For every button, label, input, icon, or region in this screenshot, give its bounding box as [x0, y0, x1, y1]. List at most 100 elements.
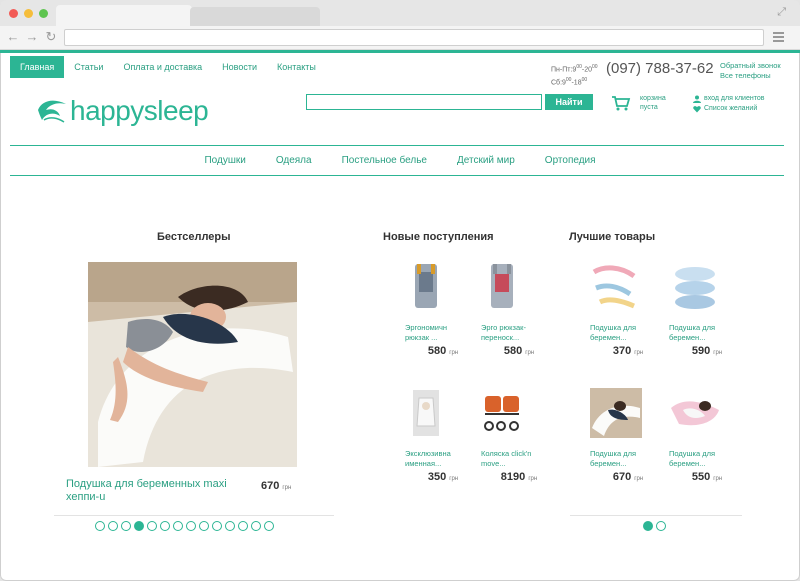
browser-menu-icon[interactable]: [773, 32, 784, 44]
category-orthopedics[interactable]: Ортопедия: [530, 147, 611, 175]
bestsellers-pager: [95, 521, 274, 531]
phone-number: (097) 788-37-62: [606, 60, 714, 77]
maximize-window-button[interactable]: [39, 9, 48, 18]
fullscreen-icon[interactable]: ⤢: [777, 6, 786, 19]
bestsellers-title: Бестселлеры: [157, 231, 231, 243]
category-navigation: Подушки Одеяла Постельное белье Детский …: [0, 147, 800, 175]
product-name[interactable]: Подушка для беремен...: [669, 323, 733, 343]
browser-toolbar: ← → ↻: [0, 26, 800, 50]
product-card[interactable]: Эксклюзивна именная... 350 грн: [405, 388, 469, 483]
cart-icon[interactable]: [611, 95, 631, 111]
pager-dot[interactable]: [199, 521, 209, 531]
pager-dot[interactable]: [186, 521, 196, 531]
product-name[interactable]: Подушка для беремен...: [590, 449, 654, 469]
nav-link-payment-delivery[interactable]: Оплата и доставка: [113, 56, 212, 78]
pager-dot[interactable]: [643, 521, 653, 531]
divider: [54, 515, 334, 516]
product-image: [592, 265, 636, 309]
pager-dot[interactable]: [225, 521, 235, 531]
product-name[interactable]: Эргономичн рюкзак ...: [405, 323, 469, 343]
product-name[interactable]: Коляска click'n move...: [481, 449, 545, 469]
product-card[interactable]: Подушка для беремен... 670 грн: [590, 388, 654, 483]
divider: [10, 175, 784, 176]
callback-link[interactable]: Обратный звонок: [720, 61, 781, 71]
pager-dot[interactable]: [134, 521, 144, 531]
product-name[interactable]: Эксклюзивна именная...: [405, 449, 469, 469]
product-card[interactable]: Эргономичн рюкзак ... 580 грн: [405, 262, 469, 357]
best-products-pager: [643, 521, 666, 531]
address-bar[interactable]: [64, 29, 764, 46]
close-window-button[interactable]: [9, 9, 18, 18]
product-image: [675, 267, 715, 309]
site-logo[interactable]: happysleep: [36, 92, 209, 126]
account-links: вход для клиентов Список желаний: [693, 94, 764, 114]
user-icon: [693, 95, 701, 103]
pager-dot[interactable]: [264, 521, 274, 531]
login-link[interactable]: вход для клиентов: [693, 94, 764, 104]
all-phones-link[interactable]: Все телефоны: [720, 71, 781, 81]
nav-link-home[interactable]: Главная: [10, 56, 65, 78]
nav-link-news[interactable]: Новости: [212, 56, 267, 78]
product-image: [413, 390, 439, 436]
product-image: [671, 401, 719, 426]
product-price: 350 грн: [427, 471, 459, 483]
browser-window: ⤢ ← → ↻ Главная Статьи Оплата и доставка…: [0, 0, 800, 581]
product-name[interactable]: Подушка для беремен...: [590, 323, 654, 343]
pager-dot[interactable]: [173, 521, 183, 531]
heart-icon: [693, 106, 701, 113]
search-button[interactable]: Найти: [545, 94, 593, 110]
product-card[interactable]: Подушка для беремен... 370 грн: [590, 262, 654, 357]
pager-dot[interactable]: [656, 521, 666, 531]
back-arrow-icon[interactable]: ←: [6, 30, 20, 44]
product-card[interactable]: Эрго рюкзак-переноск... 580 грн: [481, 262, 545, 357]
pager-dot[interactable]: [238, 521, 248, 531]
category-blankets[interactable]: Одеяла: [261, 147, 327, 175]
product-price: 370 грн: [612, 345, 644, 357]
browser-tab-active[interactable]: [56, 5, 192, 26]
forward-arrow-icon[interactable]: →: [25, 30, 39, 44]
category-bedding[interactable]: Постельное белье: [327, 147, 442, 175]
callback-links: Обратный звонок Все телефоны: [720, 61, 781, 81]
best-products-title: Лучшие товары: [569, 231, 656, 243]
browser-titlebar: ⤢: [0, 0, 800, 26]
bestseller-product-image[interactable]: [88, 262, 297, 467]
pager-dot[interactable]: [251, 521, 261, 531]
working-hours: Пн-Пт:900-2000 Сб:900-1800: [551, 64, 598, 87]
product-card[interactable]: Коляска click'n move... 8190 грн: [481, 388, 545, 483]
header-accent-line: [0, 50, 800, 53]
product-price: 670 грн: [612, 471, 644, 483]
pager-dot[interactable]: [160, 521, 170, 531]
nav-link-contacts[interactable]: Контакты: [267, 56, 326, 78]
bestseller-product-name[interactable]: Подушка для беременных maxi хеппи-u: [66, 478, 246, 504]
product-image: [491, 264, 513, 308]
pager-dot[interactable]: [147, 521, 157, 531]
wave-logo-icon: [38, 100, 66, 123]
category-kids[interactable]: Детский мир: [442, 147, 530, 175]
top-navigation: Главная Статьи Оплата и доставка Новости…: [10, 56, 326, 78]
product-price: 590 грн: [691, 345, 723, 357]
minimize-window-button[interactable]: [24, 9, 33, 18]
search-input[interactable]: [306, 94, 542, 110]
category-pillows[interactable]: Подушки: [189, 147, 260, 175]
product-price: 8190 грн: [500, 471, 538, 483]
new-arrivals-title: Новые поступления: [383, 231, 494, 243]
product-price: 580 грн: [427, 345, 459, 357]
wishlist-link[interactable]: Список желаний: [693, 104, 764, 114]
pager-dot[interactable]: [212, 521, 222, 531]
product-name[interactable]: Эрго рюкзак-переноск...: [481, 323, 545, 343]
divider: [10, 145, 784, 146]
product-card[interactable]: Подушка для беремен... 550 грн: [669, 388, 733, 483]
pager-dot[interactable]: [95, 521, 105, 531]
pager-dot[interactable]: [121, 521, 131, 531]
browser-tab-new[interactable]: [190, 7, 320, 26]
product-name[interactable]: Подушка для беремен...: [669, 449, 733, 469]
product-price: 580 грн: [503, 345, 535, 357]
reload-icon[interactable]: ↻: [44, 30, 58, 44]
cart-status[interactable]: корзина пуста: [640, 94, 666, 112]
pager-dot[interactable]: [108, 521, 118, 531]
product-image: [415, 264, 437, 308]
bestseller-product-price: 670 грн: [261, 480, 292, 492]
nav-link-articles[interactable]: Статьи: [64, 56, 113, 78]
product-price: 550 грн: [691, 471, 723, 483]
product-card[interactable]: Подушка для беремен... 590 грн: [669, 262, 733, 357]
